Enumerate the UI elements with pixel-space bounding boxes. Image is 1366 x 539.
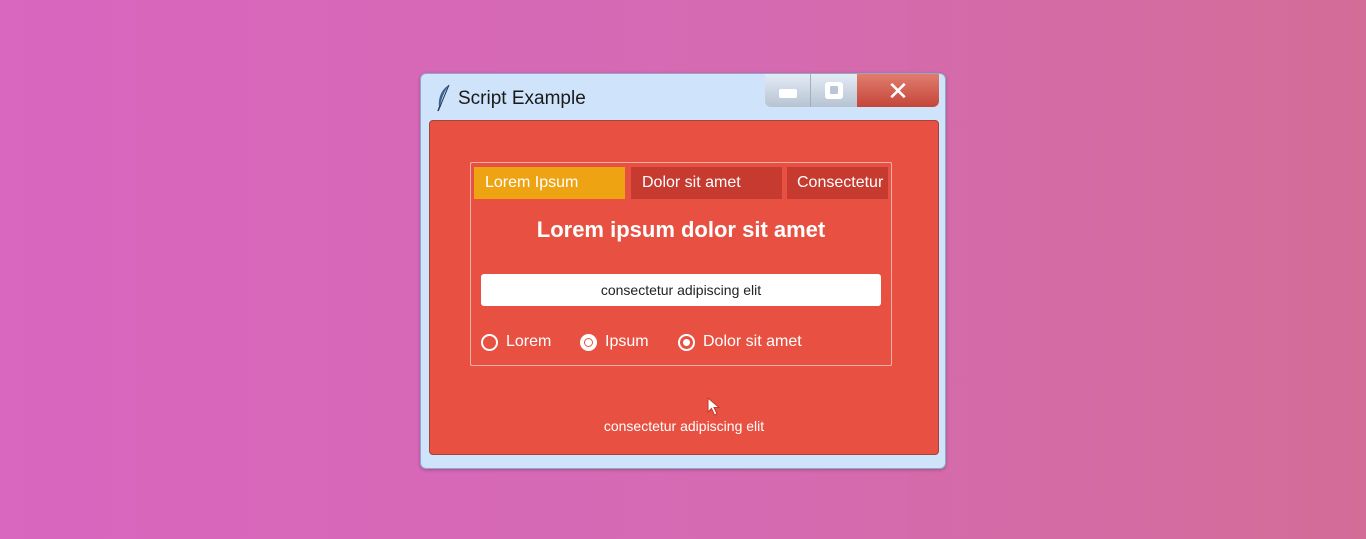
title-bar[interactable]: Script Example ✕ xyxy=(421,74,945,120)
radio-label: Lorem xyxy=(506,333,552,350)
maximize-button[interactable] xyxy=(811,74,857,107)
radio-selected-icon xyxy=(580,333,597,351)
tab-dolor-sit-amet[interactable]: Dolor sit amet xyxy=(631,167,782,199)
window-controls: ✕ xyxy=(765,74,939,107)
tab-label: Dolor sit amet xyxy=(642,174,741,191)
feather-icon xyxy=(437,84,450,112)
content-panel: Lorem Ipsum Dolor sit amet Consectetur L… xyxy=(429,120,939,455)
text-entry[interactable] xyxy=(481,274,881,306)
close-icon: ✕ xyxy=(887,75,909,106)
status-text: consectetur adipiscing elit xyxy=(603,418,765,434)
close-button[interactable]: ✕ xyxy=(857,74,939,107)
app-window: Script Example ✕ Lorem Ipsum Dolor sit a… xyxy=(420,73,946,469)
radio-ipsum[interactable]: Ipsum xyxy=(580,332,649,352)
minimize-icon xyxy=(778,89,797,98)
radio-label: Dolor sit amet xyxy=(703,333,802,350)
tab-lorem-ipsum[interactable]: Lorem Ipsum xyxy=(474,167,625,199)
tab-notebook: Lorem Ipsum Dolor sit amet Consectetur L… xyxy=(470,162,892,366)
radio-hover-icon xyxy=(678,333,695,351)
radio-circle-icon xyxy=(481,333,498,351)
page-heading: Lorem ipsum dolor sit amet xyxy=(536,217,826,242)
radio-dolor-sit-amet[interactable]: Dolor sit amet xyxy=(678,332,802,352)
mouse-cursor-icon xyxy=(707,397,721,416)
radio-lorem[interactable]: Lorem xyxy=(481,332,551,352)
radio-label: Ipsum xyxy=(605,333,649,350)
window-title: Script Example xyxy=(458,88,586,109)
minimize-button[interactable] xyxy=(765,74,811,107)
tab-consectetur[interactable]: Consectetur xyxy=(787,167,888,199)
tab-label: Lorem Ipsum xyxy=(485,174,579,191)
tab-label: Consectetur xyxy=(797,174,884,191)
maximize-icon xyxy=(825,82,843,99)
